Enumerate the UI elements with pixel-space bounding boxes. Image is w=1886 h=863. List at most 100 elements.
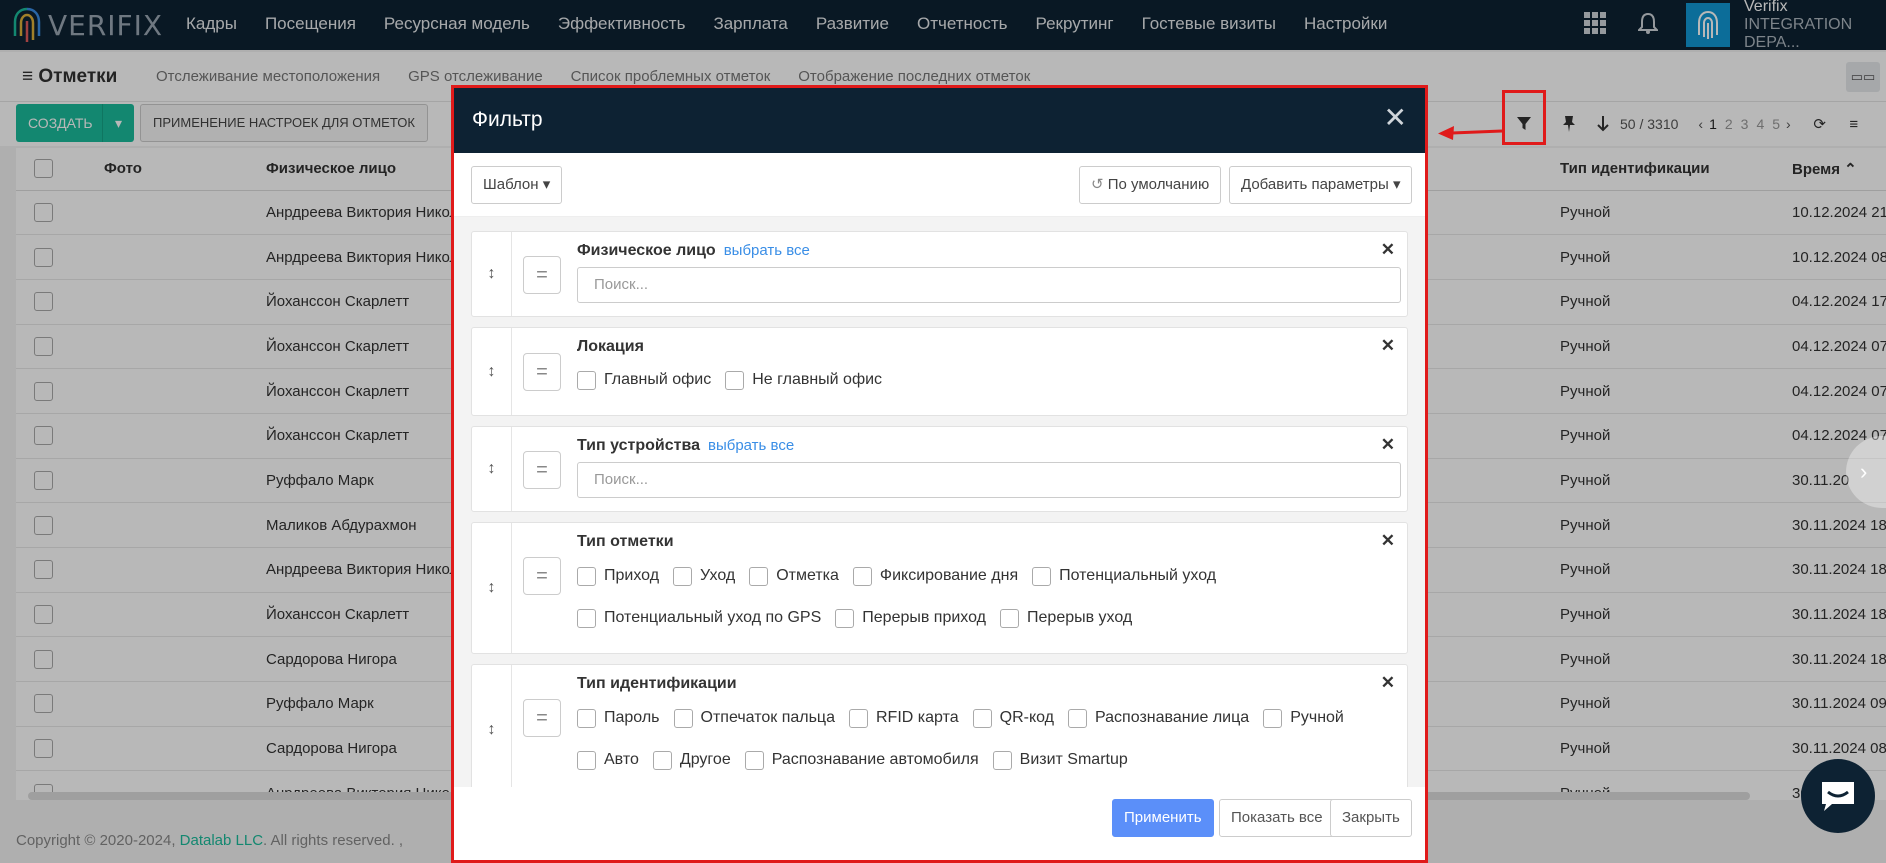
- option-day-fix[interactable]: Фиксирование дня: [852, 555, 1018, 597]
- option-label: Распознавание лица: [1095, 709, 1250, 726]
- option-potential-departure-gps[interactable]: Потенциальный уход по GPS: [577, 597, 821, 639]
- template-dropdown[interactable]: Шаблон ▾: [471, 166, 563, 204]
- person-search-input[interactable]: Поиск...: [577, 267, 1401, 303]
- option-auto[interactable]: Авто: [577, 739, 639, 781]
- checkbox[interactable]: [673, 566, 693, 586]
- option-arrival[interactable]: Приход: [577, 555, 659, 597]
- remove-filter-icon[interactable]: ✕: [1381, 673, 1395, 693]
- option-smartup-visit[interactable]: Визит Smartup: [992, 739, 1128, 781]
- caret-down-icon: ▾: [542, 176, 551, 193]
- option-label: Визит Smartup: [1019, 751, 1128, 768]
- template-label: Шаблон: [483, 176, 539, 193]
- option-label: Отметка: [776, 567, 839, 584]
- checkbox[interactable]: [744, 750, 764, 770]
- option-password[interactable]: Пароль: [577, 697, 660, 739]
- apply-button[interactable]: Применить: [1112, 799, 1214, 837]
- remove-filter-icon[interactable]: ✕: [1381, 435, 1395, 455]
- equals-operator-icon[interactable]: =: [523, 699, 561, 737]
- remove-filter-icon[interactable]: ✕: [1381, 531, 1395, 551]
- filter-title: Локация: [577, 338, 644, 355]
- filter-modal: Фильтр ✕ Шаблон ▾ ↺ По умолчанию Добавит…: [451, 85, 1428, 863]
- option-car-recognition[interactable]: Распознавание автомобиля: [744, 739, 979, 781]
- checkbox[interactable]: [1068, 708, 1088, 728]
- option-label: RFID карта: [876, 709, 959, 726]
- option-main-office[interactable]: Главный офис: [577, 359, 711, 401]
- option-label: Потенциальный уход по GPS: [604, 609, 822, 626]
- drag-handle-icon[interactable]: ↕: [472, 427, 512, 511]
- filter-mark-type: ↕ = Тип отметки ✕ Приход Уход Отметка Фи…: [471, 522, 1408, 654]
- option-manual[interactable]: Ручной: [1263, 697, 1344, 739]
- checkbox[interactable]: [1032, 566, 1052, 586]
- annotation-arrow-icon: [1438, 126, 1503, 140]
- filter-ident-type: ↕ = Тип идентификации ✕ Пароль Отпечаток…: [471, 664, 1408, 787]
- checkbox[interactable]: [849, 708, 868, 728]
- option-break-arrival[interactable]: Перерыв приход: [835, 597, 986, 639]
- drag-handle-icon[interactable]: ↕: [472, 232, 512, 316]
- option-face[interactable]: Распознавание лица: [1068, 697, 1249, 739]
- filter-title: Тип идентификации: [577, 675, 737, 692]
- option-label: Приход: [604, 567, 660, 584]
- filter-title-text: Тип устройства: [577, 437, 700, 454]
- default-button[interactable]: ↺ По умолчанию: [1079, 166, 1222, 204]
- option-label: Не главный офис: [752, 371, 883, 388]
- filter-title: Тип отметки: [577, 533, 674, 550]
- option-label: QR-код: [999, 709, 1055, 726]
- select-all-link[interactable]: выбрать все: [708, 437, 794, 454]
- option-not-main-office[interactable]: Не главный офис: [725, 359, 882, 401]
- equals-operator-icon[interactable]: =: [523, 451, 561, 489]
- ident-type-options: Пароль Отпечаток пальца RFID карта QR-ко…: [577, 697, 1407, 781]
- checkbox[interactable]: [652, 750, 672, 770]
- drag-handle-icon[interactable]: ↕: [472, 328, 512, 415]
- checkbox[interactable]: [992, 750, 1012, 770]
- undo-icon: ↺: [1091, 176, 1104, 193]
- checkbox[interactable]: [673, 708, 693, 728]
- show-all-button[interactable]: Показать все: [1219, 799, 1335, 837]
- device-search-input[interactable]: Поиск...: [577, 462, 1401, 498]
- option-label: Уход: [700, 567, 736, 584]
- option-other[interactable]: Другое: [652, 739, 731, 781]
- checkbox[interactable]: [577, 708, 596, 728]
- checkbox[interactable]: [577, 750, 596, 770]
- option-label: Ручной: [1290, 709, 1344, 726]
- checkbox[interactable]: [972, 708, 992, 728]
- checkbox[interactable]: [852, 566, 872, 586]
- option-rfid[interactable]: RFID карта: [849, 697, 959, 739]
- checkbox[interactable]: [835, 608, 855, 628]
- checkbox[interactable]: [749, 566, 769, 586]
- drag-handle-icon[interactable]: ↕: [472, 665, 512, 787]
- filter-title: Физическое лицо выбрать все: [577, 242, 810, 260]
- equals-operator-icon[interactable]: =: [523, 557, 561, 595]
- add-params-dropdown[interactable]: Добавить параметры ▾: [1229, 166, 1413, 204]
- chat-button[interactable]: [1801, 759, 1875, 833]
- close-button[interactable]: Закрыть: [1330, 799, 1412, 837]
- option-fingerprint[interactable]: Отпечаток пальца: [673, 697, 835, 739]
- option-label: Перерыв приход: [862, 609, 987, 626]
- equals-operator-icon[interactable]: =: [523, 353, 561, 391]
- select-all-link[interactable]: выбрать все: [724, 242, 810, 259]
- option-qr[interactable]: QR-код: [972, 697, 1055, 739]
- checkbox[interactable]: [577, 608, 596, 628]
- mark-type-options: Приход Уход Отметка Фиксирование дня Пот…: [577, 555, 1407, 639]
- checkbox[interactable]: [1263, 708, 1283, 728]
- option-mark[interactable]: Отметка: [749, 555, 839, 597]
- close-icon[interactable]: ✕: [1384, 104, 1407, 132]
- checkbox[interactable]: [725, 370, 745, 390]
- filter-location: ↕ = Локация ✕ Главный офис Не главный оф…: [471, 327, 1408, 416]
- modal-tools: Шаблон ▾ ↺ По умолчанию Добавить парамет…: [454, 153, 1425, 217]
- add-params-label: Добавить параметры: [1241, 176, 1389, 193]
- drag-handle-icon[interactable]: ↕: [472, 523, 512, 653]
- option-break-departure[interactable]: Перерыв уход: [1000, 597, 1132, 639]
- chat-bubble-icon: [1822, 782, 1854, 811]
- checkbox[interactable]: [577, 566, 596, 586]
- caret-down-icon: ▾: [1392, 176, 1401, 193]
- checkbox[interactable]: [1000, 608, 1020, 628]
- filter-title-text: Физическое лицо: [577, 242, 716, 259]
- option-potential-departure[interactable]: Потенциальный уход: [1032, 555, 1216, 597]
- equals-operator-icon[interactable]: =: [523, 256, 561, 294]
- annotation-highlight-box: [1502, 90, 1546, 145]
- remove-filter-icon[interactable]: ✕: [1381, 336, 1395, 356]
- option-label: Отпечаток пальца: [700, 709, 835, 726]
- checkbox[interactable]: [577, 370, 596, 390]
- remove-filter-icon[interactable]: ✕: [1381, 240, 1395, 260]
- option-departure[interactable]: Уход: [673, 555, 735, 597]
